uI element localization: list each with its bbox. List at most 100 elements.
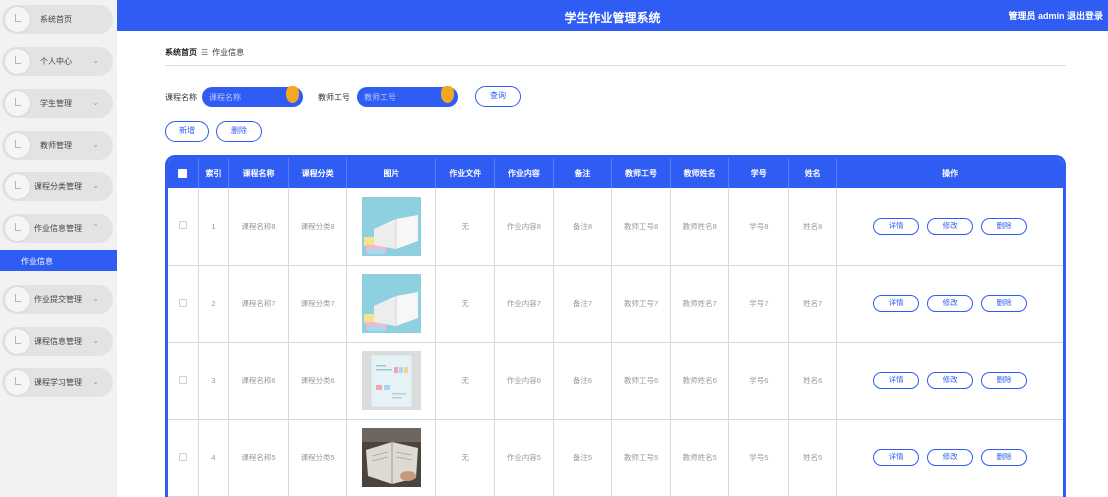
sidebar-subitem-assignment-info[interactable]: 作业信息 xyxy=(0,250,117,271)
column-header: 作业内容 xyxy=(494,158,554,188)
cell-teacher-name: 教师姓名7 xyxy=(670,265,730,343)
cell-course: 课程名称6 xyxy=(228,342,289,420)
sidebar-item-profile[interactable]: 个人中心 ⌄ xyxy=(2,47,113,76)
booklet-image xyxy=(361,351,421,410)
column-header: 备注 xyxy=(553,158,613,188)
delete-button[interactable]: 删除 xyxy=(981,449,1028,466)
delete-button[interactable]: 删除 xyxy=(981,372,1028,389)
cell-image xyxy=(346,265,437,343)
row-checkbox[interactable] xyxy=(168,188,199,266)
course-name-label: 课程名称 xyxy=(165,93,197,102)
cell-category: 课程分类5 xyxy=(288,419,348,497)
delete-button[interactable]: 删除 xyxy=(981,217,1028,235)
cell-note: 备注6 xyxy=(553,342,613,420)
table-row: 4 课程名称5 课程分类5 无 作业内容5 备注5 教师工号5 教师姓名5 学号… xyxy=(168,419,1063,497)
cell-content: 作业内容6 xyxy=(494,342,554,420)
sidebar: 系统首页 个人中心 ⌄ 学生管理 ⌄ 教师管理 ⌄ 课程分类管理 ⌄ 作业信息管… xyxy=(0,0,117,497)
cell-teacher-name: 教师姓名8 xyxy=(670,188,730,266)
teacher-no-label: 教师工号 xyxy=(318,93,350,102)
cell-actions: 详情 修改 删除 xyxy=(836,188,1063,266)
cell-actions: 详情 修改 删除 xyxy=(836,265,1063,343)
chevron-up-icon: ⌃ xyxy=(92,223,99,232)
table-row: 1 课程名称8 课程分类8 无 作业内容8 备注8 教师工号8 教师姓名8 学号… xyxy=(168,188,1063,266)
chevron-down-icon: ⌄ xyxy=(92,377,99,386)
edit-button[interactable]: 修改 xyxy=(927,217,974,235)
cell-note: 备注8 xyxy=(553,188,613,266)
sidebar-item-assignments[interactable]: 作业信息管理 ⌃ xyxy=(2,214,113,243)
cell-student-no: 学号5 xyxy=(728,419,790,497)
cell-file: 无 xyxy=(435,342,496,420)
breadcrumb-current: 作业信息 xyxy=(212,48,245,57)
menu-disc-icon xyxy=(5,7,30,32)
sidebar-item-course-categories[interactable]: 课程分类管理 ⌄ xyxy=(2,172,113,201)
menu-icon: ☰ xyxy=(201,48,209,57)
table-row: 2 课程名称7 课程分类7 无 作业内容7 备注7 教师工号7 教师姓名7 学号… xyxy=(168,265,1063,343)
chevron-down-icon: ⌄ xyxy=(92,56,99,65)
cell-name: 姓名6 xyxy=(788,342,838,420)
cell-course: 课程名称5 xyxy=(228,419,289,497)
batch-delete-button[interactable]: 删除 xyxy=(216,121,262,142)
edit-button[interactable]: 修改 xyxy=(927,295,974,312)
menu-disc-icon xyxy=(5,370,30,395)
column-header: 学号 xyxy=(728,158,790,188)
edit-button[interactable]: 修改 xyxy=(927,449,974,466)
sidebar-item-course-info[interactable]: 课程信息管理 ⌄ xyxy=(2,327,113,356)
book-photo-image xyxy=(361,428,421,487)
cell-category: 课程分类8 xyxy=(288,188,348,266)
delete-button[interactable]: 删除 xyxy=(981,295,1028,312)
column-header: 课程分类 xyxy=(288,158,348,188)
row-checkbox[interactable] xyxy=(168,342,199,420)
cell-teacher-no: 教师工号5 xyxy=(611,419,671,497)
detail-button[interactable]: 详情 xyxy=(873,217,920,235)
row-checkbox[interactable] xyxy=(168,265,199,343)
cell-note: 备注5 xyxy=(553,419,613,497)
cell-content: 作业内容5 xyxy=(494,419,554,497)
sidebar-item-students[interactable]: 学生管理 ⌄ xyxy=(2,89,113,118)
sidebar-item-label: 课程信息管理 xyxy=(34,337,82,346)
detail-button[interactable]: 详情 xyxy=(873,372,920,389)
sidebar-item-home[interactable]: 系统首页 xyxy=(2,5,113,34)
table-row: 3 课程名称6 课程分类6 无 作业内容6 备注6 教师工号6 教师姓名6 学号… xyxy=(168,342,1063,420)
cell-student-no: 学号6 xyxy=(728,342,790,420)
column-header: 操作 xyxy=(942,168,959,178)
add-button[interactable]: 新增 xyxy=(165,121,209,142)
search-knob-icon xyxy=(441,86,454,103)
search-knob-icon xyxy=(286,86,299,103)
cell-category: 课程分类7 xyxy=(288,265,348,343)
cell-content: 作业内容8 xyxy=(494,188,554,266)
detail-button[interactable]: 详情 xyxy=(873,295,920,312)
chevron-down-icon: ⌄ xyxy=(92,336,99,345)
open-book-image xyxy=(361,274,421,333)
user-logout-link[interactable]: 管理员 admin 退出登录 xyxy=(1008,9,1103,22)
select-all-checkbox[interactable] xyxy=(168,158,199,188)
cell-actions: 详情 修改 删除 xyxy=(836,419,1063,497)
cell-image xyxy=(346,188,437,266)
cell-name: 姓名8 xyxy=(788,188,838,266)
detail-button[interactable]: 详情 xyxy=(873,449,920,466)
menu-disc-icon xyxy=(5,91,30,116)
query-button[interactable]: 查询 xyxy=(475,86,521,107)
sidebar-item-course-study[interactable]: 课程学习管理 ⌄ xyxy=(2,368,113,397)
sidebar-item-submissions[interactable]: 作业提交管理 ⌄ xyxy=(2,285,113,314)
divider xyxy=(165,65,1066,66)
sidebar-item-teachers[interactable]: 教师管理 ⌄ xyxy=(2,131,113,160)
menu-disc-icon xyxy=(5,216,30,241)
edit-button[interactable]: 修改 xyxy=(927,372,974,389)
row-checkbox[interactable] xyxy=(168,419,199,497)
column-header: 课程名称 xyxy=(228,158,289,188)
column-header: 教师工号 xyxy=(611,158,671,188)
cell-teacher-name: 教师姓名5 xyxy=(670,419,730,497)
cell-teacher-no: 教师工号7 xyxy=(611,265,671,343)
breadcrumb-home[interactable]: 系统首页 xyxy=(165,48,197,57)
cell-course: 课程名称7 xyxy=(228,265,289,343)
cell-file: 无 xyxy=(435,419,496,497)
sidebar-item-label: 作业信息管理 xyxy=(34,224,82,233)
sidebar-item-label: 个人中心 xyxy=(40,57,72,66)
column-header: 作业文件 xyxy=(435,158,496,188)
breadcrumb: 系统首页 ☰ 作业信息 xyxy=(165,47,244,58)
cell-name: 姓名5 xyxy=(788,419,838,497)
cell-course: 课程名称8 xyxy=(228,188,289,266)
cell-teacher-name: 教师姓名6 xyxy=(670,342,730,420)
chevron-down-icon: ⌄ xyxy=(92,98,99,107)
menu-disc-icon xyxy=(5,329,30,354)
